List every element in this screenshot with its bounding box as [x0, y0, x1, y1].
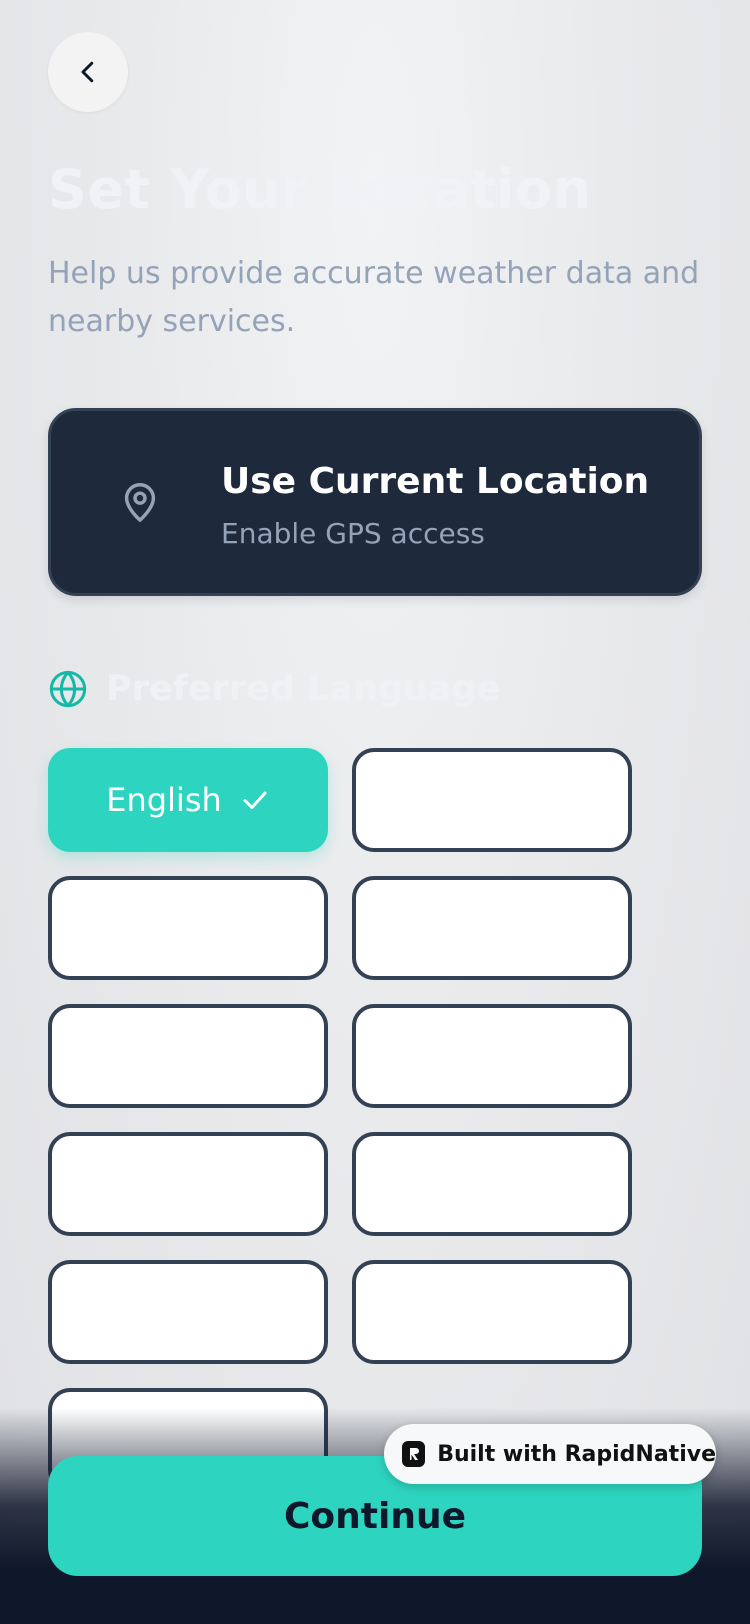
page-subtitle: Help us provide accurate weather data an…: [48, 256, 700, 339]
language-option[interactable]: [48, 1260, 328, 1364]
built-with-badge[interactable]: Built with RapidNative: [384, 1424, 716, 1484]
language-section-title: Preferred Language: [106, 669, 501, 709]
language-option[interactable]: [352, 1004, 632, 1108]
built-with-badge-label: Built with RapidNative: [437, 1441, 716, 1467]
language-section-header: Preferred Language: [48, 668, 500, 710]
language-option-label: English: [106, 781, 222, 819]
language-option[interactable]: [352, 876, 632, 980]
language-option[interactable]: [48, 1004, 328, 1108]
use-current-location-button[interactable]: Use Current Location Enable GPS access: [48, 408, 702, 596]
chevron-left-icon: [81, 61, 94, 83]
back-button[interactable]: [48, 32, 128, 112]
language-option-english[interactable]: English: [48, 748, 328, 852]
language-option[interactable]: [352, 1132, 632, 1236]
map-pin-icon: [124, 483, 156, 522]
language-option[interactable]: [48, 1132, 328, 1236]
globe-icon: [49, 670, 87, 708]
location-card-subtitle: Enable GPS access: [221, 517, 485, 550]
check-icon: [243, 791, 267, 809]
location-card-title: Use Current Location: [221, 461, 650, 502]
page-title: Set Your Location: [48, 158, 592, 221]
language-option[interactable]: [352, 1260, 632, 1364]
language-option[interactable]: [48, 876, 328, 980]
rapidnative-logo-icon: [402, 1441, 426, 1467]
language-option[interactable]: [352, 748, 632, 852]
continue-button-label: Continue: [283, 1495, 466, 1537]
rapidnative-glyph-icon: [409, 1448, 419, 1460]
